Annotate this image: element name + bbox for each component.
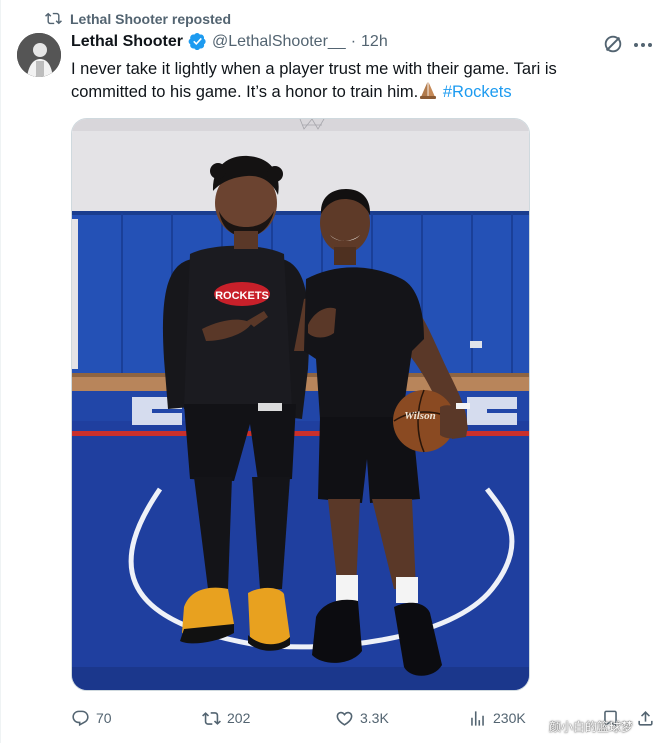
like-icon <box>336 711 353 726</box>
views-count: 230K <box>493 710 526 726</box>
reply-count: 70 <box>96 710 112 726</box>
repost-count: 202 <box>227 710 251 726</box>
like-count: 3.3K <box>360 710 389 726</box>
tweet[interactable]: Lethal Shooter reposted Lethal Shooter @… <box>0 0 663 743</box>
more-icon[interactable] <box>632 40 654 50</box>
post-time[interactable]: 12h <box>361 33 388 51</box>
share-icon <box>638 710 653 726</box>
watermark: 颜小白的篮球梦 <box>549 720 634 734</box>
grok-icon[interactable] <box>602 33 624 55</box>
avatar[interactable] <box>17 33 61 77</box>
post-photo[interactable]: ROCKETS Wilson <box>71 118 530 691</box>
share-button[interactable] <box>636 703 655 733</box>
reply-icon <box>72 710 89 726</box>
folded-hands-emoji <box>420 82 437 99</box>
repost-label: Lethal Shooter reposted <box>70 10 232 27</box>
repost-icon <box>202 711 221 725</box>
views-icon <box>471 710 484 726</box>
hashtag-rockets[interactable]: #Rockets <box>443 83 512 101</box>
like-button[interactable]: 3.3K <box>335 703 389 733</box>
views-button[interactable]: 230K <box>468 703 526 733</box>
repost-context[interactable]: Lethal Shooter reposted <box>45 10 231 27</box>
separator-dot: · <box>350 32 357 50</box>
post-text: I never take it lightly when a player tr… <box>71 58 611 104</box>
photo-two-players-on-court: ROCKETS Wilson <box>72 119 529 690</box>
author-name[interactable]: Lethal Shooter <box>71 33 183 51</box>
ball-text: Wilson <box>404 410 435 422</box>
author-handle[interactable]: @LethalShooter__ <box>212 33 346 51</box>
post-header: Lethal Shooter @LethalShooter__ · 12h <box>71 32 388 51</box>
repost-button[interactable]: 202 <box>202 703 250 733</box>
repost-icon <box>45 12 62 25</box>
shirt-text: ROCKETS <box>215 290 269 302</box>
avatar-image <box>17 33 61 77</box>
reply-button[interactable]: 70 <box>71 703 112 733</box>
verified-badge-icon <box>188 32 206 51</box>
